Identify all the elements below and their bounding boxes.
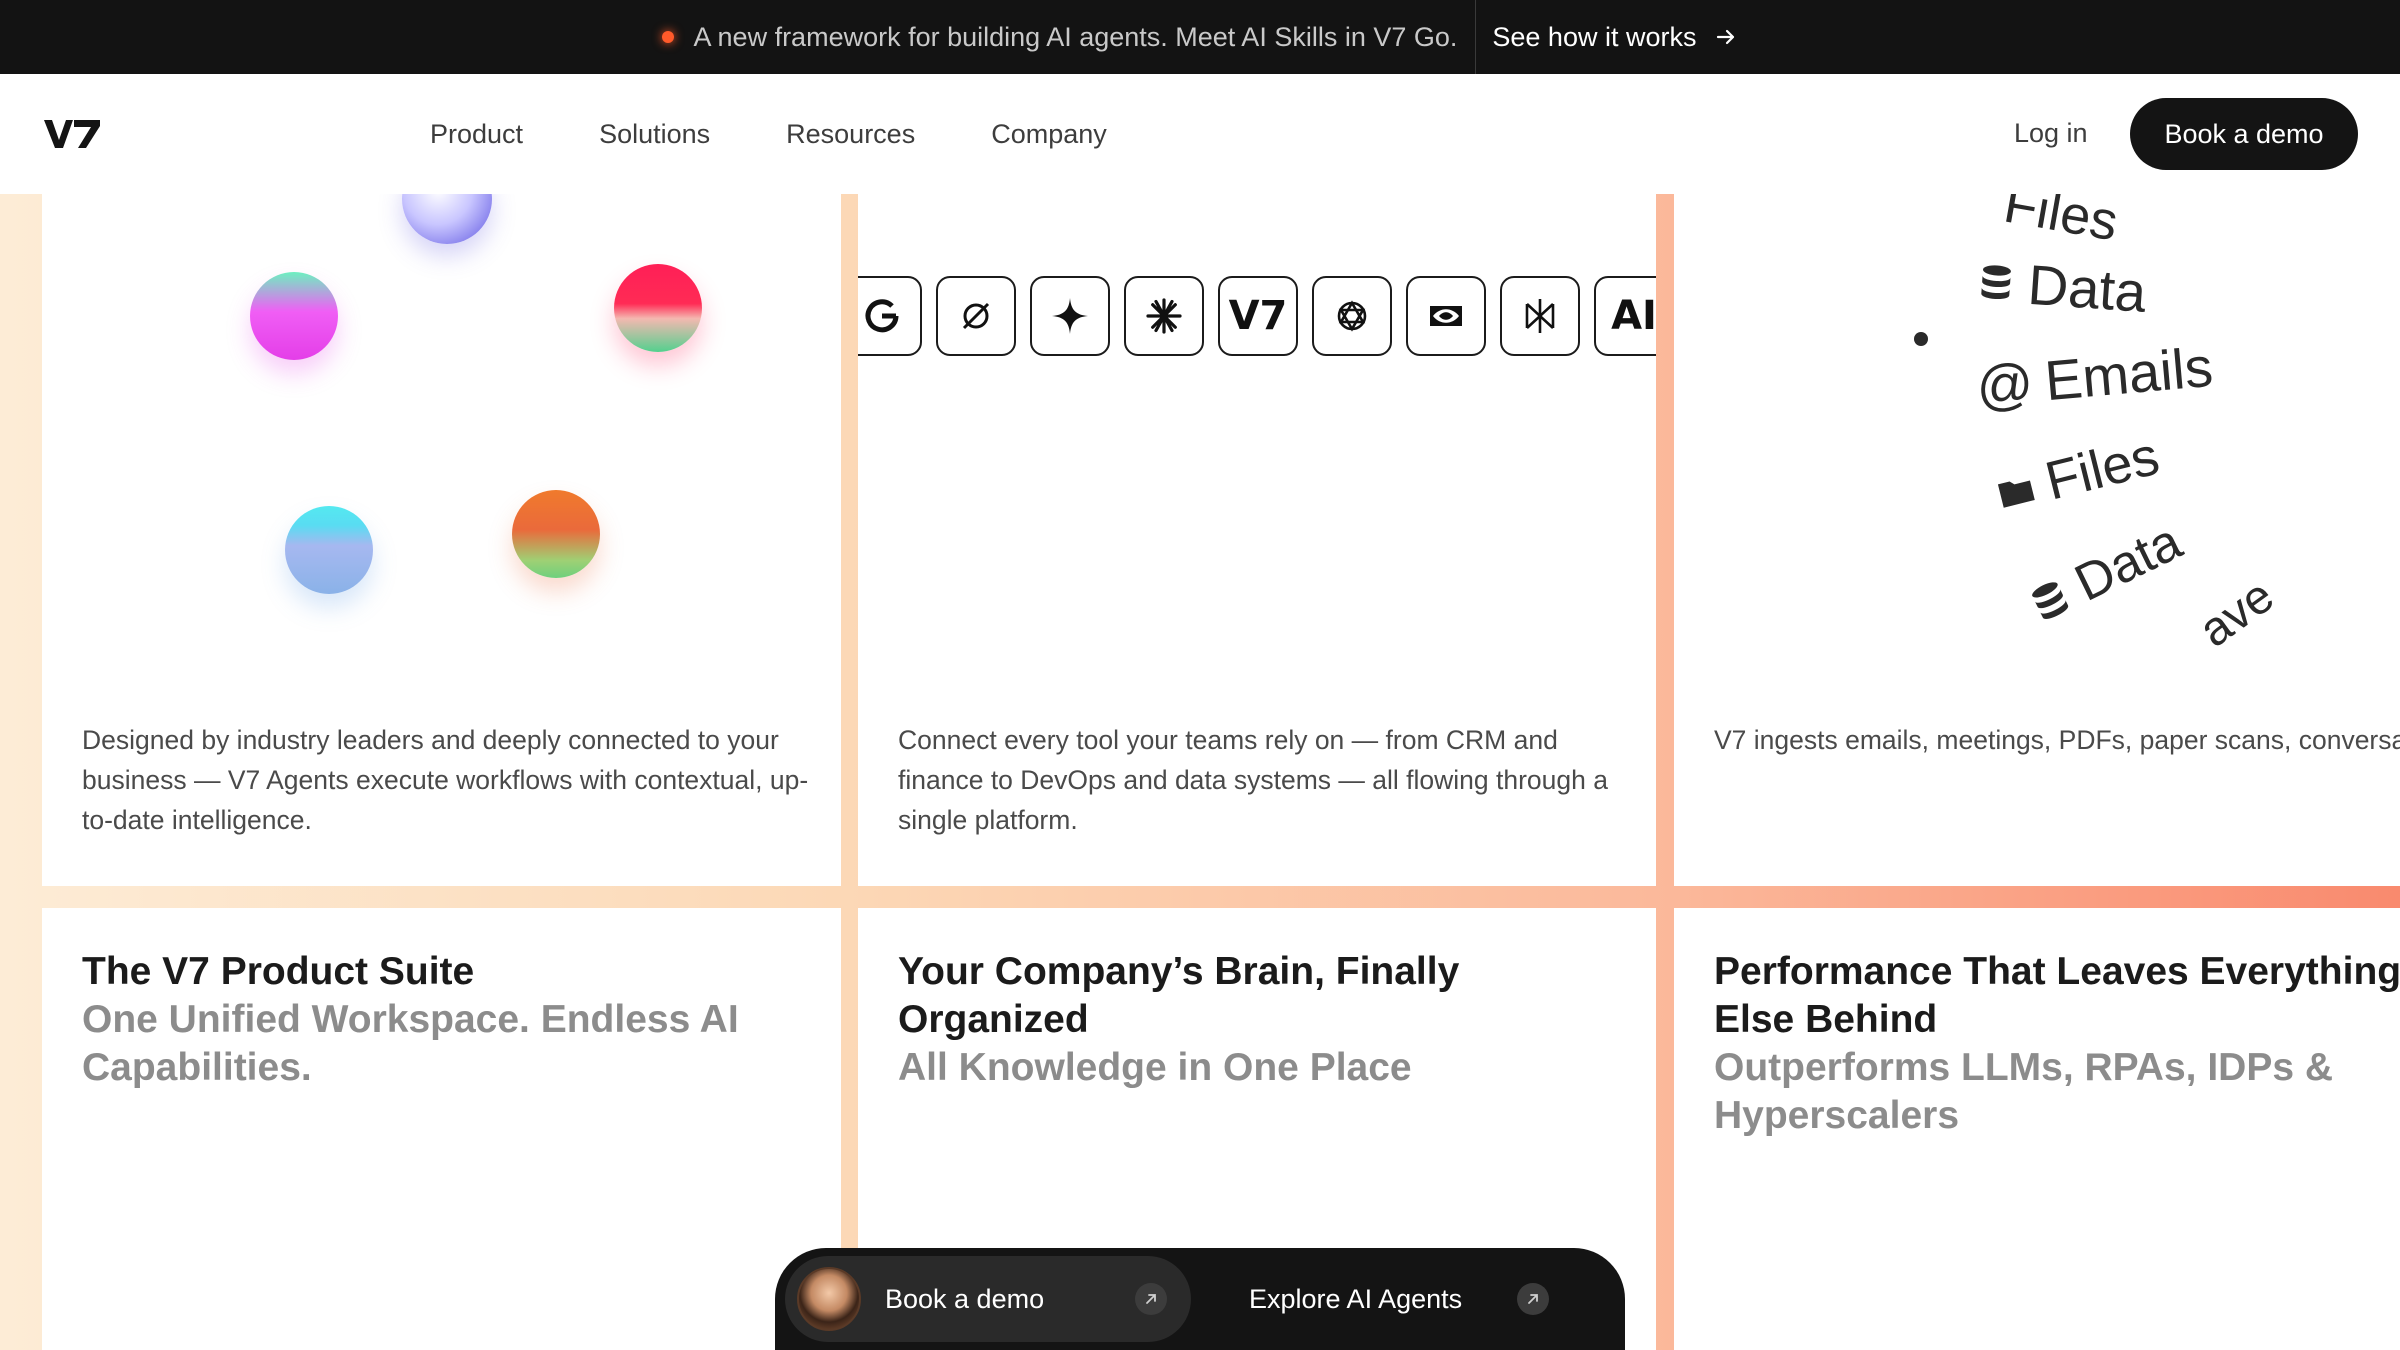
explore-agents-button[interactable]: Explore AI Agents: [1225, 1256, 1615, 1342]
google-icon: [858, 276, 922, 356]
word-data: Data: [1974, 248, 2148, 325]
main-menu: Product Solutions Resources Company: [430, 74, 1107, 194]
database-icon: [2032, 582, 2069, 619]
v7-logo[interactable]: [42, 116, 102, 152]
word-partial: ave: [2189, 569, 2284, 658]
menu-item-product[interactable]: Product: [430, 119, 523, 150]
menu-item-company[interactable]: Company: [991, 119, 1107, 150]
perplexity-icon: [936, 276, 1016, 356]
perplexity-alt-icon: [1500, 276, 1580, 356]
top-nav: Product Solutions Resources Company Log …: [0, 74, 2400, 194]
book-demo-button[interactable]: Book a demo: [2130, 98, 2358, 170]
rolling-words: Files Data @ Emails Files Data ave: [1674, 194, 2400, 664]
integrations-description: Connect every tool your teams rely on — …: [898, 725, 1608, 835]
openai-icon: [1312, 276, 1392, 356]
nvidia-icon: [1406, 276, 1486, 356]
folder-icon: [1997, 480, 2035, 508]
orange-orb: [512, 490, 600, 578]
announcement-text: A new framework for building AI agents. …: [693, 21, 1458, 52]
ingestion-card: Files Data @ Emails Files Data ave V7 in…: [1674, 194, 2400, 886]
arrow-right-icon: [1717, 29, 1735, 45]
see-how-it-works-link[interactable]: See how it works: [1492, 22, 1738, 53]
red-orb: [614, 264, 702, 352]
blue-orb: [285, 506, 373, 594]
avatar: [797, 1267, 861, 1331]
ingestion-description: V7 ingests emails, meetings, PDFs, paper…: [1714, 725, 2400, 755]
login-link[interactable]: Log in: [2014, 118, 2088, 149]
arrow-up-right-icon: [1517, 1283, 1549, 1315]
announcement-divider: [1475, 0, 1477, 74]
gemini-icon: [1030, 276, 1110, 356]
bullet-dot: [1914, 332, 1928, 346]
floating-cta-bar: Book a demo Explore AI Agents: [775, 1248, 1625, 1350]
floating-book-demo-button[interactable]: Book a demo: [785, 1256, 1191, 1342]
purple-orb: [402, 194, 492, 244]
agents-card: Designed by industry leaders and deeply …: [42, 194, 841, 886]
menu-item-resources[interactable]: Resources: [786, 119, 915, 150]
performance-heading: Performance That Leaves Everything Else …: [1714, 950, 2400, 1137]
database-icon: [1981, 264, 2011, 299]
claude-icon: [1124, 276, 1204, 356]
menu-item-solutions[interactable]: Solutions: [599, 119, 710, 150]
word-data-bottom: Data: [2019, 512, 2191, 637]
floating-book-demo-label: Book a demo: [885, 1283, 1045, 1314]
magenta-orb: [250, 272, 338, 360]
product-suite-subtitle: One Unified Workspace. Endless AI Capabi…: [82, 998, 739, 1089]
integrations-card: V7 AI Connect every tool your teams rely…: [858, 194, 1656, 886]
see-how-it-works-label: See how it works: [1492, 21, 1697, 52]
anthropic-icon: AI: [1594, 276, 1656, 356]
word-files-top: Files: [1999, 194, 2123, 253]
product-suite-heading: The V7 Product Suite One Unified Workspa…: [82, 950, 739, 1089]
announcement-dot-icon: [661, 31, 674, 43]
performance-subtitle: Outperforms LLMs, RPAs, IDPs & Hyperscal…: [1714, 1046, 2334, 1137]
explore-agents-label: Explore AI Agents: [1249, 1283, 1463, 1314]
announcement-bar: A new framework for building AI agents. …: [0, 0, 2400, 74]
integration-logos: V7 AI: [858, 276, 1656, 356]
word-files: Files: [1989, 425, 2165, 525]
product-suite-card[interactable]: The V7 Product Suite One Unified Workspa…: [42, 908, 841, 1350]
agents-description: Designed by industry leaders and deeply …: [82, 725, 809, 835]
word-emails: @ Emails: [1973, 334, 2216, 419]
company-brain-subtitle: All Knowledge in One Place: [898, 1046, 1412, 1089]
v7-tile-icon: V7: [1218, 276, 1298, 356]
arrow-up-right-icon: [1135, 1283, 1167, 1315]
at-sign-icon: @: [1973, 350, 2036, 419]
company-brain-heading: Your Company’s Brain, Finally Organized …: [898, 950, 1460, 1089]
performance-card[interactable]: Performance That Leaves Everything Else …: [1674, 908, 2400, 1350]
